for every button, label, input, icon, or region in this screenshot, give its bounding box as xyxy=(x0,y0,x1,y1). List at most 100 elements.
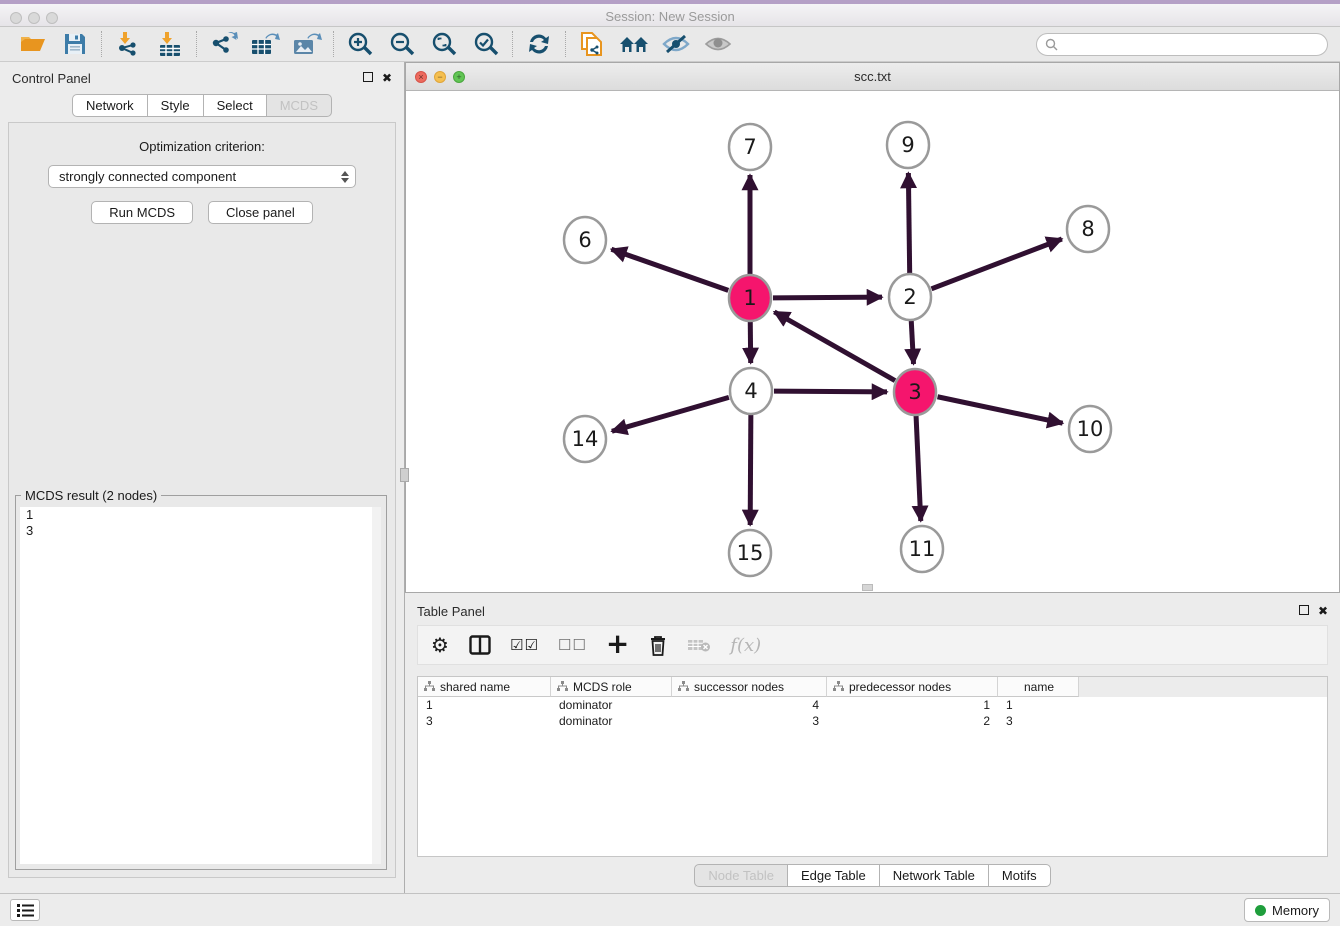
column-header-predecessor-nodes[interactable]: predecessor nodes xyxy=(827,677,998,697)
table-cell[interactable]: 1 xyxy=(827,697,998,713)
import-table-button[interactable] xyxy=(149,29,191,59)
graph-node-15[interactable]: 15 xyxy=(729,530,771,576)
column-header-MCDS-role[interactable]: MCDS role xyxy=(551,677,672,697)
graph-edge-2-3[interactable] xyxy=(911,320,913,364)
tab-edge-table[interactable]: Edge Table xyxy=(787,864,880,887)
result-scrollbar[interactable] xyxy=(372,507,381,864)
search-input[interactable] xyxy=(1063,37,1319,51)
run-mcds-button[interactable]: Run MCDS xyxy=(91,201,193,224)
table-cell[interactable]: 4 xyxy=(672,697,827,713)
criterion-select[interactable]: strongly connected component xyxy=(48,165,356,188)
graph-node-7[interactable]: 7 xyxy=(729,124,771,170)
table-cell[interactable]: 3 xyxy=(418,713,551,729)
close-table-panel-icon[interactable]: ✖ xyxy=(1318,604,1328,618)
refresh-network-button[interactable] xyxy=(518,29,560,59)
show-all-button[interactable] xyxy=(697,29,739,59)
close-panel-button[interactable]: Close panel xyxy=(208,201,313,224)
column-header-successor-nodes[interactable]: successor nodes xyxy=(672,677,827,697)
hide-selected-button[interactable] xyxy=(655,29,697,59)
graph-node-10[interactable]: 10 xyxy=(1069,406,1111,452)
table-cell[interactable]: 2 xyxy=(827,713,998,729)
table-row[interactable]: 3dominator323 xyxy=(418,713,1327,729)
svg-text:4: 4 xyxy=(744,379,757,403)
table-panel-header: Table Panel ✖ xyxy=(405,595,1340,627)
table-cell[interactable]: 3 xyxy=(998,713,1079,729)
close-panel-icon[interactable]: ✖ xyxy=(382,71,392,85)
table-row[interactable]: 1dominator411 xyxy=(418,697,1327,713)
float-table-panel-icon[interactable] xyxy=(1299,604,1309,618)
function-builder-icon[interactable]: f(x) xyxy=(730,632,761,658)
show-column-icon[interactable] xyxy=(469,632,491,658)
graph-edge-3-10[interactable] xyxy=(938,397,1063,423)
task-history-button[interactable] xyxy=(10,899,40,921)
select-all-columns-icon[interactable]: ☑☑ xyxy=(510,632,539,658)
export-image-button[interactable] xyxy=(286,29,328,59)
tab-network[interactable]: Network xyxy=(72,94,148,117)
network-window-title-bar[interactable]: × − + scc.txt xyxy=(406,63,1339,91)
table-header-row: shared name MCDS rolesuccessor nodesprede… xyxy=(418,677,1327,697)
table-options-gear-icon[interactable]: ⚙ xyxy=(430,632,450,658)
table-cell[interactable]: dominator xyxy=(551,713,672,729)
table-cell[interactable]: 1 xyxy=(998,697,1079,713)
graph-edge-4-15[interactable] xyxy=(750,414,751,525)
table-cell[interactable]: 1 xyxy=(418,697,551,713)
float-panel-icon[interactable] xyxy=(363,71,373,85)
import-network-button[interactable] xyxy=(107,29,149,59)
tree-icon xyxy=(557,681,568,692)
delete-column-trash-icon[interactable] xyxy=(648,632,668,658)
graph-node-14[interactable]: 14 xyxy=(564,416,606,462)
graph-edge-4-3[interactable] xyxy=(774,391,887,392)
tab-mcds[interactable]: MCDS xyxy=(266,94,332,117)
network-resize-grip[interactable] xyxy=(862,584,873,591)
graph-node-11[interactable]: 11 xyxy=(901,526,943,572)
zoom-selected-button[interactable] xyxy=(465,29,507,59)
tab-network-table[interactable]: Network Table xyxy=(879,864,989,887)
svg-text:2: 2 xyxy=(903,285,916,309)
tab-motifs[interactable]: Motifs xyxy=(988,864,1051,887)
mcds-panel: Optimization criterion: strongly connect… xyxy=(8,122,396,878)
table-cell[interactable]: 3 xyxy=(672,713,827,729)
save-session-button[interactable] xyxy=(54,29,96,59)
column-header-shared-name[interactable]: shared name xyxy=(418,677,551,697)
export-network-button[interactable] xyxy=(202,29,244,59)
graph-node-1[interactable]: 1 xyxy=(729,275,771,321)
column-header-label: shared name xyxy=(440,680,510,694)
graph-edge-2-8[interactable] xyxy=(931,239,1061,289)
search-box[interactable] xyxy=(1036,33,1328,56)
graph-edge-1-2[interactable] xyxy=(773,297,882,298)
open-folder-icon xyxy=(19,32,47,56)
tab-style[interactable]: Style xyxy=(147,94,204,117)
network-canvas[interactable]: 7 9 6 8 1 2 4 3 14 10 15 11 xyxy=(406,91,1339,592)
zoom-in-button[interactable] xyxy=(339,29,381,59)
svg-text:11: 11 xyxy=(909,537,936,561)
zoom-fit-button[interactable] xyxy=(423,29,465,59)
column-header-name[interactable]: name xyxy=(998,677,1079,697)
memory-button[interactable]: Memory xyxy=(1244,898,1330,922)
open-session-button[interactable] xyxy=(12,29,54,59)
graph-edge-4-14[interactable] xyxy=(612,397,729,431)
mcds-result-list[interactable]: 13 xyxy=(20,507,381,864)
graph-node-6[interactable]: 6 xyxy=(564,217,606,263)
delete-table-icon[interactable] xyxy=(687,632,711,658)
panel-divider-grip[interactable] xyxy=(400,468,409,482)
graph-node-4[interactable]: 4 xyxy=(730,368,772,414)
graph-edge-3-11[interactable] xyxy=(916,415,921,521)
add-column-icon[interactable]: + xyxy=(606,630,629,656)
zoom-selected-icon xyxy=(473,31,500,58)
export-table-button[interactable] xyxy=(244,29,286,59)
clone-network-button[interactable] xyxy=(571,29,613,59)
first-neighbors-button[interactable] xyxy=(613,29,655,59)
tab-node-table[interactable]: Node Table xyxy=(694,864,788,887)
graph-edge-1-6[interactable] xyxy=(611,249,728,290)
graph-node-9[interactable]: 9 xyxy=(887,122,929,168)
graph-node-2[interactable]: 2 xyxy=(889,274,931,320)
deselect-all-columns-icon[interactable]: ☐☐ xyxy=(558,632,587,658)
graph-edge-2-9[interactable] xyxy=(908,173,909,274)
graph-node-3[interactable]: 3 xyxy=(894,369,936,415)
table-cell[interactable]: dominator xyxy=(551,697,672,713)
memory-label: Memory xyxy=(1272,903,1319,918)
tab-select[interactable]: Select xyxy=(203,94,267,117)
graph-edge-3-1[interactable] xyxy=(774,312,895,381)
zoom-out-button[interactable] xyxy=(381,29,423,59)
graph-node-8[interactable]: 8 xyxy=(1067,206,1109,252)
